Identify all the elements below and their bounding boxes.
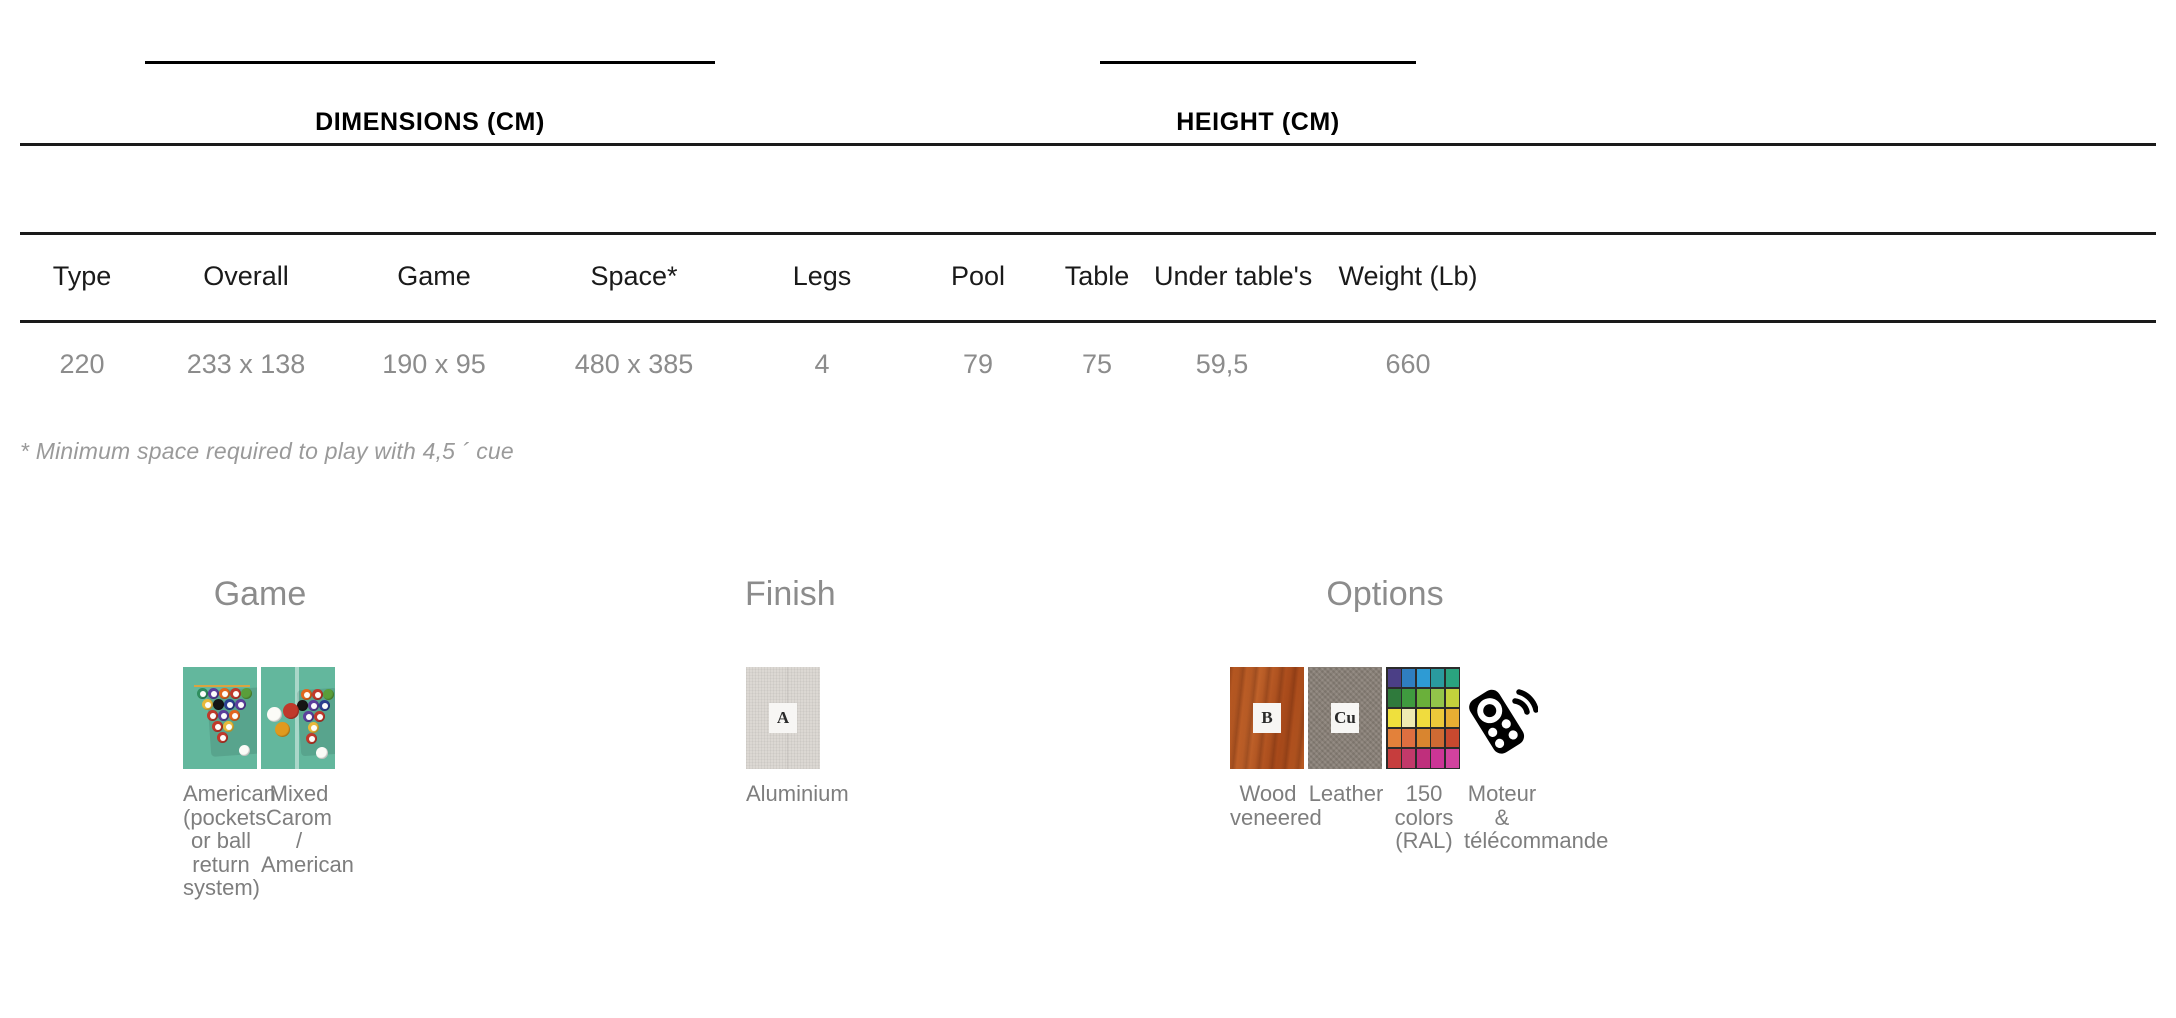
cell-type: 220 <box>59 348 105 379</box>
section-game-title: Game <box>213 575 307 613</box>
ral-color-cell <box>1402 688 1415 708</box>
ral-color-cell <box>1402 668 1415 688</box>
cell-weight: 660 <box>1385 348 1431 379</box>
option-leather-label: Leather <box>1308 781 1384 806</box>
carom-american-thumbnail <box>261 667 335 769</box>
ral-color-cell <box>1402 748 1415 768</box>
ral-color-cell <box>1402 708 1415 728</box>
option-wood-veneered[interactable]: B Wood veneered <box>1230 667 1322 830</box>
cell-space: 480 x 385 <box>574 348 694 379</box>
cell-overall: 233 x 138 <box>186 348 306 379</box>
section-finish-title: Finish <box>745 575 836 613</box>
column-header-under-tables: Under table's <box>1154 260 1313 291</box>
pool-rack-thumbnail <box>183 667 257 769</box>
ral-color-cell <box>1431 728 1444 748</box>
ral-color-cell <box>1416 668 1430 688</box>
ral-color-cell <box>1445 728 1459 748</box>
aluminium-chip-label: A <box>769 703 797 733</box>
option-aluminium[interactable]: A Aluminium <box>746 667 849 806</box>
ral-color-cell <box>1387 688 1401 708</box>
ral-color-cell <box>1445 688 1459 708</box>
option-mixed-carom-american[interactable]: Mixed Carom / American <box>261 667 354 877</box>
cell-legs: 4 <box>814 348 830 379</box>
column-header-weight: Weight (Lb) <box>1338 260 1478 291</box>
table-header-row: Type Overall Game Space* Legs Pool Table… <box>0 232 2176 320</box>
group-dimensions-label: DIMENSIONS (CM) <box>315 108 545 136</box>
group-dimensions: DIMENSIONS (CM) <box>145 61 715 137</box>
ral-color-grid <box>1386 667 1460 769</box>
column-header-legs: Legs <box>792 260 852 291</box>
ral-color-cell <box>1445 668 1459 688</box>
section-game: Game American (pockets or ball return sy… <box>0 575 520 900</box>
ral-color-cell <box>1431 708 1444 728</box>
section-options-title: Options <box>1326 575 1444 613</box>
ral-color-cell <box>1387 668 1401 688</box>
ral-color-cell <box>1387 708 1401 728</box>
table-top-rule <box>20 143 2156 146</box>
table-footnote: * Minimum space required to play with 4,… <box>20 438 514 464</box>
remote-control-icon <box>1464 667 1538 769</box>
table-bottom-rule <box>20 320 2156 323</box>
table-row: 220 233 x 138 190 x 95 480 x 385 4 79 75… <box>0 320 2176 408</box>
group-height: HEIGHT (CM) <box>1100 61 1416 137</box>
column-header-table: Table <box>1064 260 1130 291</box>
section-options-items: B Wood veneered Cu Leather 150 colors (R… <box>1150 667 1620 853</box>
option-american-label: American (pockets or ball return system) <box>183 781 276 900</box>
ral-color-cell <box>1431 688 1444 708</box>
wood-swatch: B <box>1230 667 1304 769</box>
column-header-game: Game <box>397 260 471 291</box>
table-header-rule <box>20 232 2156 235</box>
option-mixed-label: Mixed Carom / American <box>261 781 354 877</box>
ral-color-cell <box>1416 708 1430 728</box>
cell-game: 190 x 95 <box>382 348 486 379</box>
option-aluminium-label: Aluminium <box>746 781 849 806</box>
ral-color-cell <box>1402 728 1415 748</box>
section-game-items: American (pockets or ball return system) <box>0 667 520 900</box>
cell-pool: 79 <box>962 348 994 379</box>
section-finish-items: A Aluminium <box>745 667 849 806</box>
ral-color-cell <box>1387 728 1401 748</box>
option-motor-remote-label: Moteur & télécommande <box>1464 781 1609 853</box>
ral-color-cell <box>1416 688 1430 708</box>
table-group-header-band: DIMENSIONS (CM) HEIGHT (CM) <box>0 0 2176 198</box>
group-height-label: HEIGHT (CM) <box>1176 108 1340 136</box>
column-header-pool: Pool <box>950 260 1006 291</box>
column-header-overall: Overall <box>203 260 289 291</box>
ral-color-cell <box>1431 668 1444 688</box>
option-wood-label: Wood veneered <box>1230 781 1322 830</box>
cell-under-tables: 59,5 <box>1195 348 1249 379</box>
ral-color-cell <box>1416 748 1430 768</box>
ral-color-cell <box>1445 708 1459 728</box>
column-header-space: Space* <box>590 260 678 291</box>
option-ral-colors[interactable]: 150 colors (RAL) <box>1386 667 1462 853</box>
option-ral-label: 150 colors (RAL) <box>1394 781 1454 853</box>
leather-swatch: Cu <box>1308 667 1382 769</box>
section-finish: Finish A Aluminium <box>745 575 849 806</box>
aluminium-swatch: A <box>746 667 820 769</box>
cell-table: 75 <box>1081 348 1113 379</box>
column-header-type: Type <box>52 260 112 291</box>
option-american[interactable]: American (pockets or ball return system) <box>183 667 276 900</box>
group-dimensions-rule <box>145 61 715 64</box>
group-height-rule <box>1100 61 1416 64</box>
ral-color-cell <box>1387 748 1401 768</box>
wood-chip-label: B <box>1253 703 1281 733</box>
option-leather[interactable]: Cu Leather <box>1308 667 1384 806</box>
ral-color-cell <box>1431 748 1444 768</box>
ral-color-cell <box>1416 728 1430 748</box>
option-motor-remote[interactable]: Moteur & télécommande <box>1464 667 1609 853</box>
ral-color-cell <box>1445 748 1459 768</box>
leather-chip-label: Cu <box>1331 703 1359 733</box>
section-options: Options B Wood veneered Cu Leather 150 c… <box>1150 575 1620 853</box>
